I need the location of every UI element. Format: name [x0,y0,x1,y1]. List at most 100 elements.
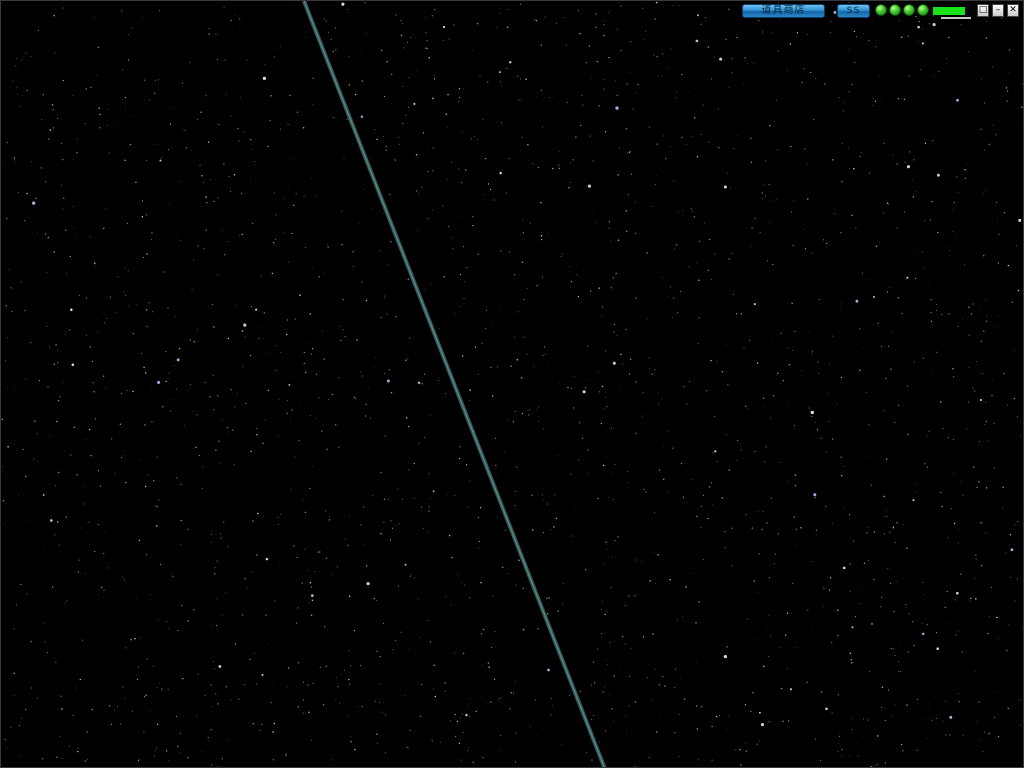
star [536,285,538,287]
star [792,199,794,201]
star [447,93,449,96]
star [776,333,777,335]
star [114,472,116,474]
star [541,276,543,278]
star [681,616,683,618]
star [77,747,79,749]
star [683,698,686,700]
star [603,563,605,565]
star [610,240,611,242]
minimize-icon[interactable]: – [992,4,1004,17]
star [375,357,376,359]
star [132,332,134,335]
star [901,312,903,315]
star [966,163,968,164]
star [311,599,314,602]
star [905,278,907,280]
star [490,428,492,430]
star [267,389,270,392]
star [865,391,867,393]
star [568,694,571,696]
star [84,760,86,762]
star [992,124,994,126]
star [605,350,607,352]
star [460,273,462,276]
star [893,610,895,613]
star [227,337,230,340]
star [635,381,637,383]
star [185,147,188,149]
star [24,310,26,312]
star [429,641,432,643]
window-menu-icon[interactable]: □ [977,4,989,17]
star [793,424,796,426]
star [909,165,911,167]
star [592,160,594,162]
star [780,332,782,335]
star [30,55,32,57]
star [350,665,352,667]
star [922,594,924,595]
star [5,217,8,220]
star [843,506,845,508]
star [476,227,478,229]
star [18,494,20,495]
star [221,758,223,760]
star [344,512,345,514]
star [17,191,20,194]
star [409,729,411,732]
star [777,149,779,150]
star [711,711,712,713]
star [67,20,69,22]
item-shop-button[interactable]: 道具商店 [742,4,825,18]
star [201,174,203,177]
star [481,697,483,698]
star [15,87,17,89]
star [35,197,37,200]
star [404,695,406,696]
star [681,136,683,139]
star [535,19,538,22]
close-icon[interactable]: ✕ [1007,4,1019,17]
star [187,620,190,622]
star [469,597,471,599]
star [591,719,593,721]
star [1018,218,1022,222]
star [231,429,234,431]
star [174,316,176,318]
star [889,287,890,289]
star [583,270,584,272]
star [464,169,467,171]
game-window[interactable]: 道具商店 SS □ – ✕ [0,0,1024,768]
star [505,192,507,194]
star [724,531,726,533]
star [987,741,989,743]
star [789,43,792,45]
star [120,392,123,394]
star [210,534,212,536]
star [627,193,630,196]
star [617,239,620,241]
star [2,165,4,166]
star [150,594,151,596]
ss-button[interactable]: SS [837,4,870,18]
star [514,761,516,763]
star [213,409,215,411]
star [311,103,313,105]
star [547,603,548,605]
star [94,262,96,264]
star [645,491,647,493]
star [945,467,946,469]
star [611,557,613,559]
star [224,59,226,61]
star [831,490,833,492]
star [908,613,910,615]
star [726,434,728,436]
star [477,516,480,519]
star [55,344,57,346]
star [719,715,721,717]
star [218,440,220,442]
star [374,129,376,130]
star [809,71,812,74]
star [312,348,314,350]
